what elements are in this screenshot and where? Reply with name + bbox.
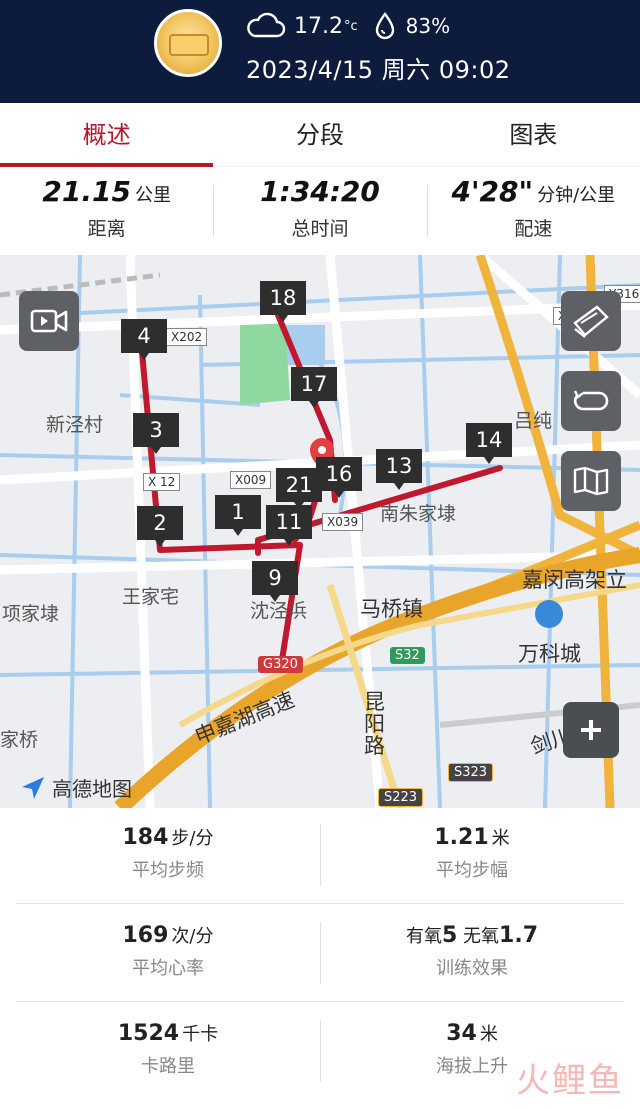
time-label: 总时间 — [291, 218, 349, 240]
route-map[interactable]: 新泾村 王家宅 项家埭 家桥 沈泾浜 南朱家埭 马桥镇 吕纯 万科城 嘉闵高架立… — [0, 255, 640, 808]
humidity: 83% — [405, 14, 451, 38]
anaerobic-value: 1.7 — [499, 923, 539, 948]
loop-icon — [573, 390, 609, 411]
place-xiangjiadai: 项家埭 — [2, 603, 60, 625]
km-marker-21[interactable]: 21 — [276, 468, 322, 509]
calories-value: 1524 — [117, 1021, 180, 1046]
time-summary: 1:34:20 总时间 — [213, 167, 426, 255]
calories-unit: 千卡 — [182, 1024, 219, 1045]
tab-splits[interactable]: 分段 — [213, 103, 426, 166]
road-jiamin: 嘉闵高架立 — [522, 568, 627, 592]
distance-summary: 21.15 公里 距离 — [0, 167, 213, 255]
tab-bar: 概述 分段 图表 — [0, 103, 640, 167]
replay-button[interactable] — [561, 371, 621, 431]
map-brand-label: 高德地图 — [52, 777, 132, 801]
anaerobic-prefix: 无氧 — [457, 926, 500, 947]
cadence-unit: 步/分 — [171, 828, 214, 849]
training-effect-stat: 有氧5 无氧1.7 训练效果 — [320, 906, 624, 1001]
summary-row: 21.15 公里 距离 1:34:20 总时间 4'28" 分钟/公里 配速 — [0, 167, 640, 255]
heart-rate-value: 169 — [122, 923, 169, 948]
place-xinjingcun: 新泾村 — [46, 414, 104, 436]
heart-rate-stat: 169 次/分 平均心率 — [16, 906, 320, 1001]
zoom-button[interactable] — [563, 702, 619, 758]
place-wanke: 万科城 — [518, 642, 581, 666]
pace-summary: 4'28" 分钟/公里 配速 — [426, 167, 640, 255]
temperature-unit: °c — [343, 18, 358, 34]
distance-value: 21.15 — [42, 175, 131, 208]
km-marker-13[interactable]: 13 — [376, 449, 422, 490]
map-icon — [573, 466, 609, 496]
cadence-label: 平均步频 — [132, 860, 204, 881]
km-marker-16[interactable]: 16 — [316, 457, 362, 498]
place-wangjiazhai: 王家宅 — [122, 586, 180, 608]
road-kunyanglu: 昆阳路 — [364, 690, 385, 758]
stride-unit: 米 — [491, 828, 510, 849]
watermark: 火鲤鱼 — [516, 1061, 624, 1101]
aerobic-prefix: 有氧 — [405, 926, 442, 947]
road-badge-x009: X009 — [230, 471, 272, 489]
place-lvchun: 吕纯 — [514, 410, 553, 432]
cloud-icon — [247, 12, 286, 38]
cadence-stat: 184 步/分 平均步频 — [16, 808, 320, 903]
stride-value: 1.21 — [434, 825, 489, 850]
stride-label: 平均步幅 — [436, 860, 508, 881]
plus-icon — [581, 720, 601, 740]
road-badge-x039: X039 — [322, 513, 364, 531]
distance-label: 距离 — [87, 218, 126, 240]
km-marker-2[interactable]: 2 — [137, 506, 183, 547]
calories-stat: 1524 千卡 卡路里 — [16, 1004, 320, 1100]
km-marker-4[interactable]: 4 — [121, 319, 167, 360]
layers-icon — [573, 305, 609, 338]
video-camera-icon — [30, 309, 68, 333]
km-marker-11[interactable]: 11 — [266, 505, 312, 546]
road-badge-x202: X202 — [166, 328, 208, 346]
poi-icon — [535, 600, 563, 628]
avatar[interactable] — [154, 9, 222, 77]
elevation-gain-unit: 米 — [479, 1024, 498, 1045]
training-effect-label: 训练效果 — [436, 958, 508, 979]
time-value: 1:34:20 — [260, 175, 380, 208]
calories-label: 卡路里 — [141, 1056, 195, 1077]
km-marker-9[interactable]: 9 — [252, 561, 298, 602]
map-style-button[interactable] — [561, 291, 621, 351]
navigation-arrow-icon — [22, 776, 44, 799]
heart-rate-unit: 次/分 — [171, 926, 214, 947]
video-playback-button[interactable] — [19, 291, 79, 351]
workout-header: 17.2 °c 83% 2023/4/15 周六 09:02 — [0, 0, 640, 103]
pace-unit: 分钟/公里 — [537, 185, 616, 206]
pace-value: 4'28" — [451, 175, 534, 208]
place-jiaqiao: 家桥 — [0, 729, 39, 751]
stride-stat: 1.21 米 平均步幅 — [320, 808, 624, 903]
km-marker-17[interactable]: 17 — [291, 367, 337, 408]
road-badge-x12: X 12 — [143, 473, 181, 491]
temperature: 17.2 — [294, 13, 343, 39]
km-marker-14[interactable]: 14 — [466, 423, 512, 464]
pace-label: 配速 — [514, 218, 553, 240]
stats-row-1: 184 步/分 平均步频 1.21 米 平均步幅 — [16, 808, 624, 904]
road-badge-g320: G320 — [258, 656, 303, 673]
elevation-gain-value: 34 — [446, 1021, 477, 1046]
map-type-button[interactable] — [561, 451, 621, 511]
road-badge-s223: S223 — [378, 788, 424, 807]
distance-unit: 公里 — [134, 185, 171, 206]
droplet-icon — [375, 12, 394, 40]
weather-row: 17.2 °c 83% — [246, 10, 450, 42]
heart-rate-label: 平均心率 — [132, 958, 204, 979]
cadence-value: 184 — [122, 825, 169, 850]
km-marker-18[interactable]: 18 — [260, 281, 306, 322]
tab-charts[interactable]: 图表 — [427, 103, 640, 166]
km-marker-1[interactable]: 1 — [215, 495, 261, 536]
place-maqiaozhen: 马桥镇 — [360, 597, 423, 621]
map-brand: 高德地图 — [20, 773, 132, 802]
road-badge-s32: S32 — [390, 647, 425, 664]
aerobic-value: 5 — [441, 923, 458, 948]
workout-datetime: 2023/4/15 周六 09:02 — [246, 56, 511, 84]
tab-overview[interactable]: 概述 — [0, 103, 214, 167]
road-badge-s323: S323 — [448, 763, 494, 782]
map-base — [0, 255, 640, 808]
place-nanzhujiadai: 南朱家埭 — [380, 503, 457, 525]
km-marker-3[interactable]: 3 — [133, 413, 179, 454]
stats-row-2: 169 次/分 平均心率 有氧5 无氧1.7 训练效果 — [16, 906, 624, 1002]
stats-grid: 184 步/分 平均步频 1.21 米 平均步幅 169 次/分 平均心率 有氧5 无… — [0, 808, 640, 1108]
